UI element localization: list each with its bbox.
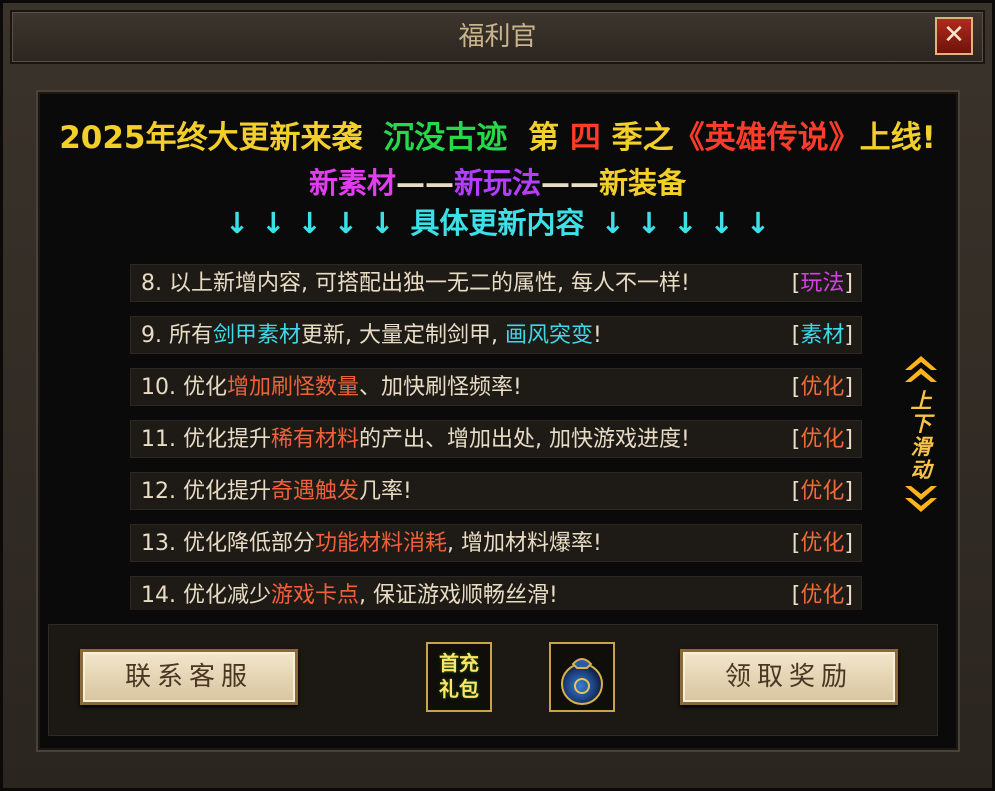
item-highlight: 剑甲素材 xyxy=(212,323,301,348)
item-tag: [优化] xyxy=(791,531,853,556)
close-button[interactable]: ✕ xyxy=(935,17,973,55)
item-tag: [优化] xyxy=(791,375,853,400)
first-charge-label-bottom: 礼包 xyxy=(439,677,479,701)
headline-season-name: 《英雄传说》 xyxy=(673,120,860,156)
down-arrow-icon: ↓ xyxy=(709,206,734,240)
list-item: 10. 优化增加刷怪数量、加快刷怪频率! [优化] xyxy=(130,368,862,406)
scroll-hint-line2: 下 xyxy=(910,412,932,436)
list-item: 12. 优化提升奇遇触发几率! [优化] xyxy=(130,472,862,510)
item-highlight: 画风突变 xyxy=(504,323,593,348)
item-highlight: 游戏卡点 xyxy=(270,583,359,608)
item-tag: [优化] xyxy=(791,427,853,452)
scroll-hint[interactable]: 上 下 滑 动 xyxy=(898,352,944,534)
item-tag: [优化] xyxy=(791,583,853,608)
down-arrow-icon: ↓ xyxy=(600,206,625,240)
down-arrow-icon: ↓ xyxy=(636,206,662,240)
scroll-hint-line1: 上 xyxy=(910,389,932,413)
headline-part1: 2025年终大更新来袭 xyxy=(59,120,363,156)
title-bar: 福利官 xyxy=(10,10,985,64)
down-arrow-icon: ↓ xyxy=(745,206,771,240)
scroll-hint-line4: 动 xyxy=(910,458,932,482)
list-item: 14. 优化减少游戏卡点, 保证游戏顺畅丝滑! [优化] xyxy=(130,576,862,610)
subline-new-material: 新素材 xyxy=(308,166,396,200)
window-title: 福利官 xyxy=(458,22,537,52)
subline-dash-1: —— xyxy=(395,166,454,200)
list-item: 8. 以上新增内容, 可搭配出独一无二的属性, 每人不一样! [玩法] xyxy=(130,264,862,302)
treasure-bag-icon xyxy=(561,658,603,705)
contact-service-button[interactable]: 联系客服 xyxy=(80,649,298,705)
list-item: 13. 优化降低部分功能材料消耗, 增加材料爆率! [优化] xyxy=(130,524,862,562)
down-arrow-icon: ↓ xyxy=(673,206,698,240)
subline-dash-2: —— xyxy=(541,166,599,200)
chevron-down-icon xyxy=(905,486,937,512)
first-charge-gift-button[interactable]: 首充 礼包 xyxy=(426,642,492,712)
item-highlight: 功能材料消耗 xyxy=(314,531,447,556)
first-charge-label-top: 首充 xyxy=(439,651,479,675)
item-tag: [素材] xyxy=(791,323,853,348)
down-arrow-icon: ↓ xyxy=(370,206,395,240)
down-arrow-icon: ↓ xyxy=(333,206,359,240)
item-highlight: 奇遇触发 xyxy=(270,479,359,504)
item-text: 8. 以上新增内容, 可搭配出独一无二的属性, 每人不一样! xyxy=(141,271,690,296)
announcement-headline: 2025年终大更新来袭 沉没古迹 第 四 季之《英雄传说》上线! xyxy=(0,112,995,157)
subline-new-equipment: 新装备 xyxy=(599,166,687,200)
item-highlight: 稀有材料 xyxy=(270,427,359,452)
down-arrow-icon: ↓ xyxy=(297,206,322,240)
down-arrow-icon: ↓ xyxy=(224,206,250,240)
headline-season-number: 四 xyxy=(569,120,601,156)
headline-part3: 第 xyxy=(528,120,560,156)
item-highlight: 增加刷怪数量 xyxy=(226,375,359,400)
list-item: 9. 所有剑甲素材更新, 大量定制剑甲, 画风突变! [素材] xyxy=(130,316,862,354)
update-details-header: ↓ ↓ ↓ ↓ ↓ 具体更新内容 ↓ ↓ ↓ ↓ ↓ xyxy=(0,200,995,242)
scroll-hint-line3: 滑 xyxy=(910,435,932,459)
headline-part5: 季之 xyxy=(611,120,674,156)
list-item: 11. 优化提升稀有材料的产出、增加出处, 加快游戏进度! [优化] xyxy=(130,420,862,458)
down-arrow-icon: ↓ xyxy=(261,206,286,240)
chevron-up-icon xyxy=(905,356,937,382)
treasure-bag-button[interactable] xyxy=(549,642,615,712)
headline-part7: 上线! xyxy=(859,120,936,156)
headline-map-name: 沉没古迹 xyxy=(383,120,508,156)
claim-reward-button[interactable]: 领取奖励 xyxy=(680,649,898,705)
update-list[interactable]: 8. 以上新增内容, 可搭配出独一无二的属性, 每人不一样! [玩法] 9. 所… xyxy=(130,264,862,610)
feature-subline: 新素材——新玩法——新装备 xyxy=(0,160,995,202)
item-tag: [玩法] xyxy=(791,271,853,296)
subline-new-gameplay: 新玩法 xyxy=(453,166,541,200)
update-details-label: 具体更新内容 xyxy=(410,206,585,240)
item-tag: [优化] xyxy=(791,479,853,504)
